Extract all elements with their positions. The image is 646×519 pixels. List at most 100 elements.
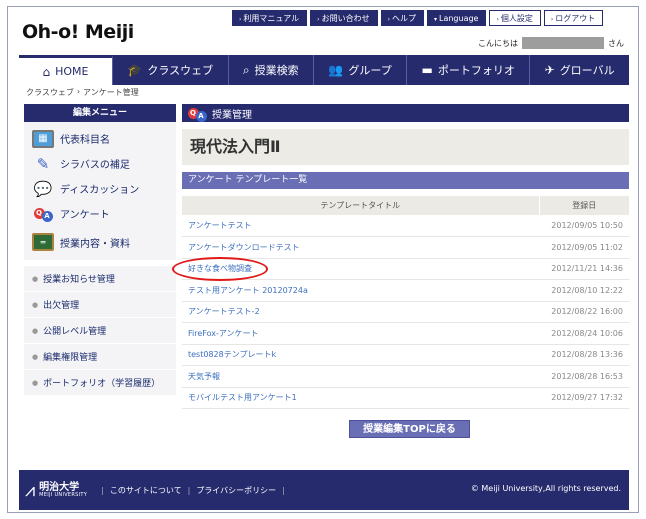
- breadcrumb-classweb[interactable]: クラスウェブ: [26, 87, 74, 98]
- sidebar-item-attendance[interactable]: ● 出欠管理: [24, 292, 176, 318]
- template-date: 2012/09/05 11:02: [539, 236, 629, 259]
- table-row: FireFox-アンケート 2012/08/24 10:06: [182, 322, 629, 345]
- arrow-right-icon: ›: [317, 16, 320, 23]
- main-content: QA 授業管理 現代法入門Ⅱ アンケート テンプレート一覧 テンプレートタイトル…: [172, 104, 629, 438]
- template-date: 2012/09/27 17:32: [539, 387, 629, 409]
- edit-menu-sidebar: 編集メニュー ▦ 代表科目名 ✎ シラバスの補足 💬 ディスカッション Q A アンケート…: [24, 104, 176, 396]
- bullet-icon: ●: [32, 352, 39, 361]
- template-list-heading: アンケート テンプレート一覧: [182, 172, 629, 189]
- sidebar-title: 編集メニュー: [24, 104, 176, 122]
- separator: |: [282, 485, 285, 495]
- bullet-icon: ●: [32, 274, 39, 283]
- table-row: アンケートテスト 2012/09/05 10:50: [182, 215, 629, 237]
- arrow-right-icon: ›: [387, 16, 390, 23]
- help-link[interactable]: › ヘルプ: [380, 10, 424, 26]
- red-circle-annotation: [172, 256, 268, 281]
- about-link[interactable]: このサイトについて: [110, 485, 182, 496]
- pen-icon: ✎: [36, 154, 50, 173]
- nav-global[interactable]: ✈ グローバル: [530, 55, 629, 85]
- utility-links: › 利用マニュアル › お問い合わせ › ヘルプ ▾ Language › 個人設定 › ロ…: [232, 10, 604, 26]
- main-nav: ⌂ HOME 🎓 クラスウェブ ⌕ 授業検索 👥 グループ ▬ ポートフォリオ ✈ グローバ…: [19, 55, 629, 85]
- manual-link[interactable]: › 利用マニュアル: [232, 10, 308, 26]
- footer: ⩘ 明治大学 MEIJI UNIVERSITY | このサイトについて | プラ…: [19, 470, 629, 510]
- sidebar-item-materials[interactable]: ═ 授業内容・資料: [24, 226, 176, 258]
- personal-settings-button[interactable]: › 個人設定: [489, 10, 541, 26]
- template-date: 2012/08/10 12:22: [539, 279, 629, 302]
- bullet-icon: ●: [32, 326, 39, 335]
- qa-icon: QA: [186, 104, 208, 122]
- table-row: アンケートダウンロードテスト 2012/09/05 11:02: [182, 236, 629, 259]
- sidebar-item-notices[interactable]: ● 授業お知らせ管理: [24, 266, 176, 292]
- copyright: © Meiji University,All rights reserved.: [470, 484, 621, 493]
- table-row: 好きな食べ物調査 2012/11/21 14:36: [172, 256, 629, 281]
- separator: |: [101, 485, 104, 495]
- template-date: 2012/08/24 10:06: [539, 322, 629, 345]
- arrow-right-icon: ›: [239, 16, 242, 23]
- template-link[interactable]: アンケートダウンロードテスト: [182, 236, 539, 259]
- section-header: QA 授業管理: [182, 104, 629, 122]
- sidebar-item-course-name[interactable]: ▦ 代表科目名: [24, 126, 176, 151]
- nav-course-search[interactable]: ⌕ 授業検索: [229, 55, 315, 85]
- breadcrumb-separator: ›: [76, 87, 81, 96]
- column-header-date: 登録日: [538, 196, 629, 215]
- nav-classweb[interactable]: 🎓 クラスウェブ: [113, 55, 229, 85]
- meiji-logo-icon: ⩘: [25, 479, 36, 501]
- table-row: 天気予報 2012/08/28 16:53: [182, 365, 629, 388]
- qa-icon: QA: [32, 205, 54, 223]
- template-link[interactable]: test0828テンプレートk: [182, 344, 539, 366]
- sidebar-item-syllabus[interactable]: ✎ シラバスの補足: [24, 151, 176, 176]
- template-date: 2012/09/05 10:50: [539, 215, 629, 237]
- template-link[interactable]: テスト用アンケート 20120724a: [182, 279, 539, 302]
- back-to-course-top-button[interactable]: 授業編集TOPに戻る: [349, 420, 470, 438]
- nav-portfolio[interactable]: ▬ ポートフォリオ: [407, 55, 531, 85]
- separator: |: [187, 485, 191, 495]
- nav-home[interactable]: ⌂ HOME: [19, 55, 113, 85]
- contact-link[interactable]: › お問い合わせ: [310, 10, 378, 26]
- table-row: test0828テンプレートk 2012/08/28 13:36: [182, 344, 629, 366]
- course-title: 現代法入門Ⅱ: [182, 129, 629, 165]
- graduation-cap-icon: 🎓: [127, 63, 143, 77]
- template-link[interactable]: モバイルテスト用アンケート1: [182, 387, 539, 409]
- sidebar-main-menu: ▦ 代表科目名 ✎ シラバスの補足 💬 ディスカッション Q A アンケート ═ 授業内容・…: [24, 122, 176, 260]
- nav-group[interactable]: 👥 グループ: [314, 55, 408, 85]
- template-link[interactable]: アンケートテスト-2: [182, 301, 539, 323]
- logout-button[interactable]: › ログアウト: [543, 10, 604, 26]
- template-link[interactable]: 天気予報: [182, 365, 539, 388]
- column-header-title: テンプレートタイトル: [182, 196, 539, 215]
- template-date: 2012/08/28 13:36: [539, 344, 629, 366]
- template-date: 2012/11/21 14:36: [539, 258, 629, 280]
- template-table: テンプレートタイトル 登録日 アンケートテスト 2012/09/05 10:50 …: [172, 196, 629, 409]
- sidebar-item-permissions[interactable]: ● 編集権限管理: [24, 344, 176, 370]
- page-frame: Oh-o! Meiji › 利用マニュアル › お問い合わせ › ヘルプ ▾ Langu…: [7, 6, 639, 513]
- folder-icon: ▬: [421, 63, 433, 77]
- table-header-row: テンプレートタイトル 登録日: [182, 196, 629, 215]
- user-greeting: こんにちは さん: [478, 37, 624, 49]
- arrow-right-icon: ›: [550, 16, 554, 23]
- search-icon: ⌕: [242, 62, 250, 77]
- language-dropdown[interactable]: ▾ Language: [426, 10, 487, 26]
- template-link[interactable]: FireFox-アンケート: [182, 322, 539, 345]
- university-logo[interactable]: ⩘ 明治大学 MEIJI UNIVERSITY: [25, 480, 87, 501]
- site-logo[interactable]: Oh-o! Meiji: [22, 21, 134, 43]
- sidebar-admin-menu: ● 授業お知らせ管理 ● 出欠管理 ● 公開レベル管理 ● 編集権限管理 ● ポートフォリ…: [24, 266, 176, 396]
- footer-links: | このサイトについて | プライバシーポリシー |: [101, 485, 285, 496]
- bullet-icon: ●: [32, 300, 39, 309]
- template-link-highlighted[interactable]: 好きな食べ物調査: [172, 256, 539, 281]
- breadcrumb-current: アンケート管理: [83, 88, 139, 97]
- discussion-icon: 💬: [33, 179, 53, 198]
- table-row: モバイルテスト用アンケート1 2012/09/27 17:32: [182, 387, 629, 409]
- sidebar-item-portfolio[interactable]: ● ポートフォリオ（学習履歴）: [24, 370, 176, 396]
- breadcrumb: クラスウェブ › アンケート管理: [26, 87, 139, 98]
- home-icon: ⌂: [42, 64, 51, 79]
- template-date: 2012/08/22 16:00: [539, 301, 629, 323]
- bullet-icon: ●: [32, 378, 39, 387]
- sidebar-item-questionnaire[interactable]: Q A アンケート: [24, 201, 176, 226]
- people-icon: 👥: [328, 63, 344, 77]
- sidebar-item-visibility[interactable]: ● 公開レベル管理: [24, 318, 176, 344]
- privacy-policy-link[interactable]: プライバシーポリシー: [196, 485, 276, 496]
- sidebar-item-discussion[interactable]: 💬 ディスカッション: [24, 176, 176, 201]
- template-link[interactable]: アンケートテスト: [182, 215, 539, 237]
- airplane-icon: ✈: [544, 63, 555, 77]
- table-row: アンケートテスト-2 2012/08/22 16:00: [182, 301, 629, 323]
- blackboard-icon: ═: [32, 233, 54, 251]
